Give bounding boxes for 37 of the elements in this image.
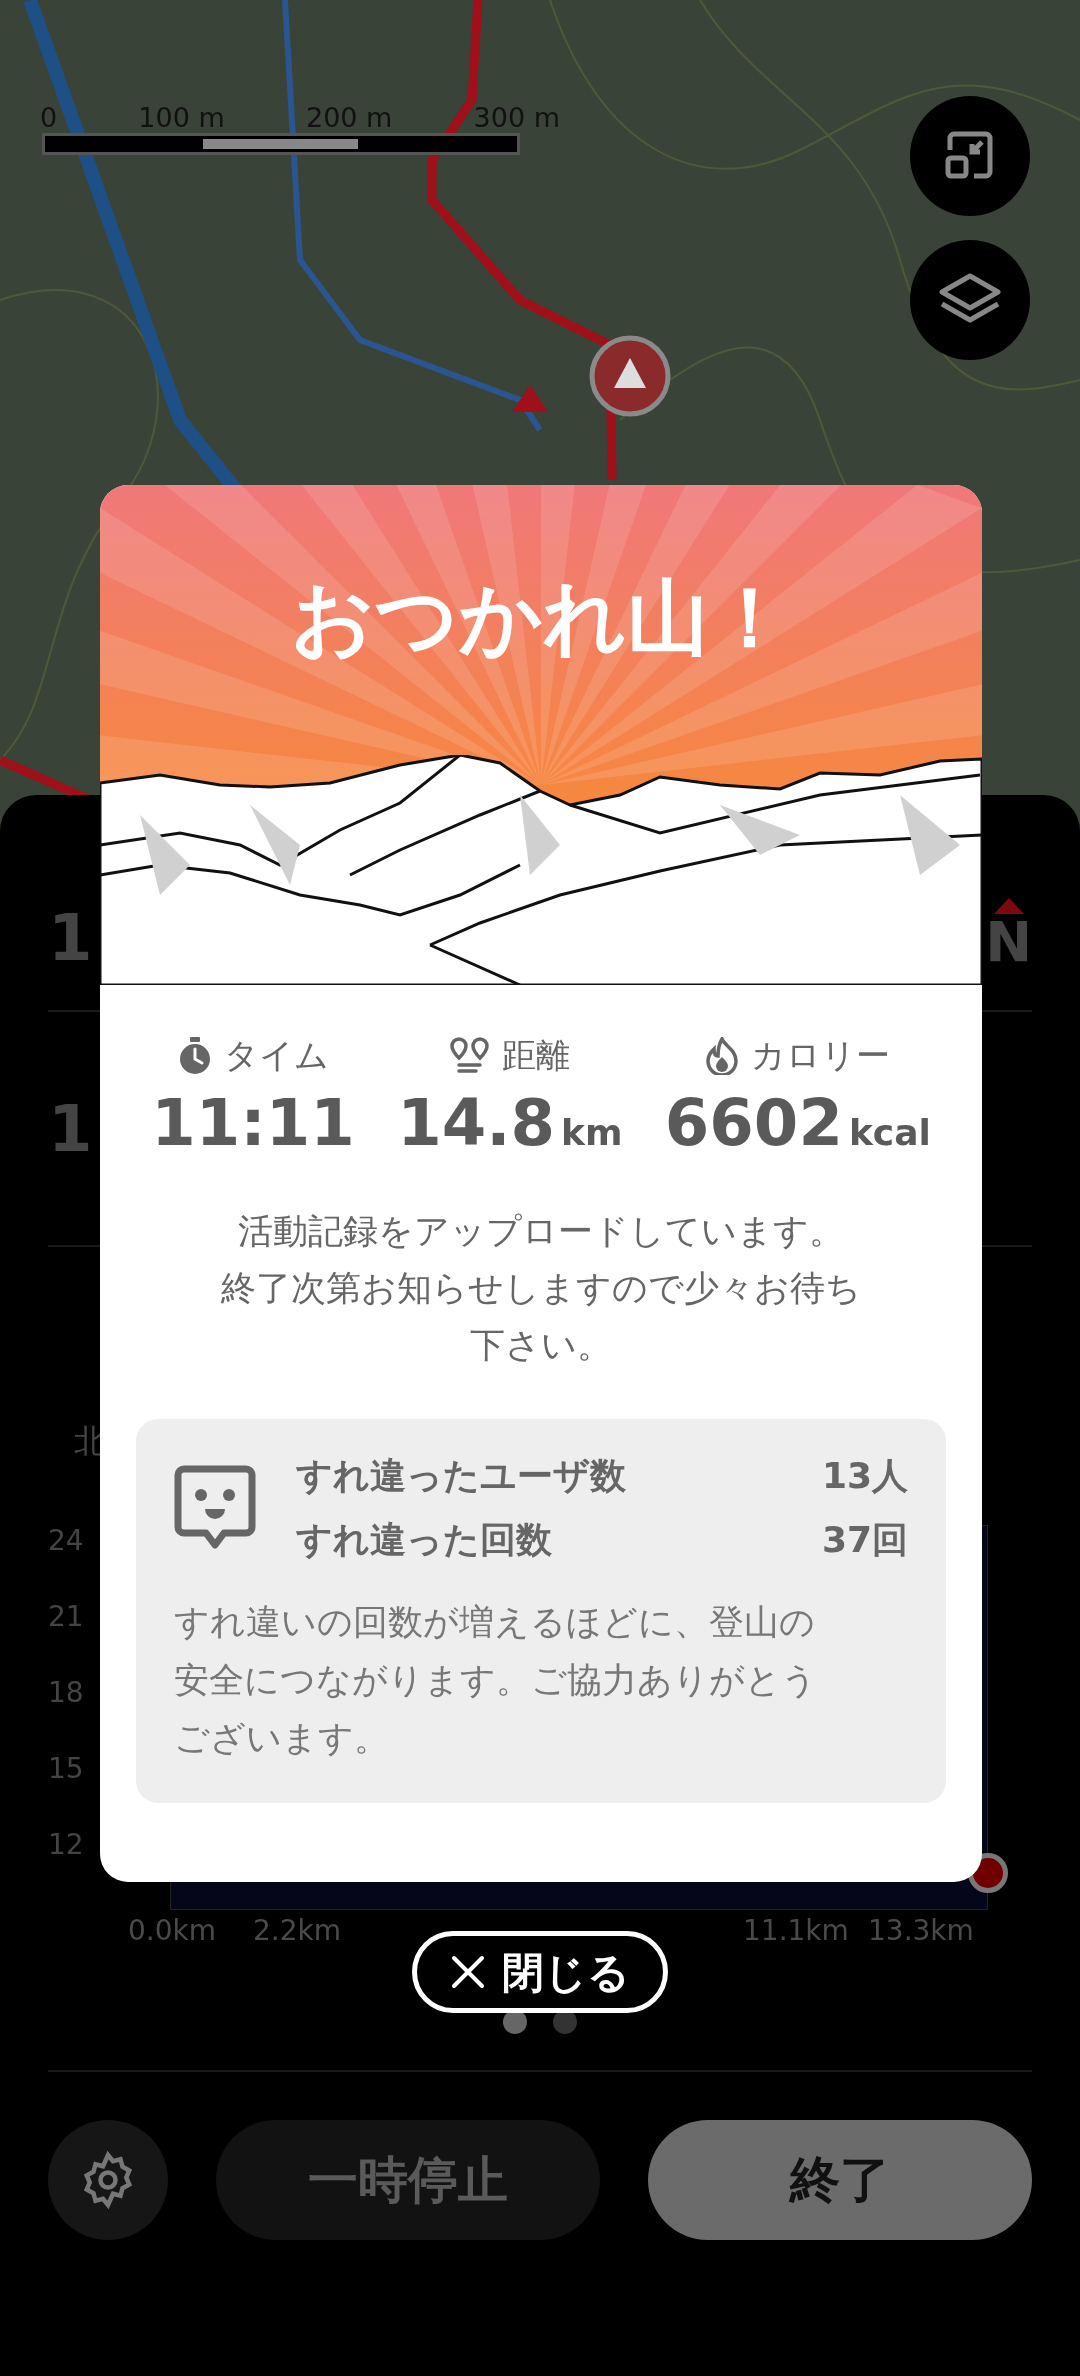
axis-label: 13.3km [868, 1913, 974, 1949]
axis-label: 0.0km [128, 1913, 217, 1949]
stat-label: タイム [223, 1034, 329, 1077]
axis-label: 11.1km [743, 1913, 849, 1949]
stat-unit: kcal [848, 1111, 931, 1155]
stat-value: 14.8 [397, 1085, 556, 1162]
encounter-label: すれ違ったユーザ数 [296, 1454, 626, 1498]
axis-label: 12 [48, 1829, 84, 1861]
close-button[interactable]: 閉じる [412, 1931, 668, 2013]
stopwatch-icon [177, 1036, 212, 1075]
header-value: 1 [48, 906, 93, 970]
axis-label: 24 [48, 1525, 84, 1557]
stat-label: カロリー [751, 1034, 891, 1077]
dialog-title: おつかれ山！ [291, 569, 791, 667]
axis-label: 21 [48, 1601, 84, 1633]
flame-icon [705, 1036, 740, 1075]
upload-message: 活動記録をアップロードしています。 [238, 1210, 844, 1253]
stat-value: 1 [48, 1096, 93, 1161]
encounter-count: 37回 [821, 1518, 908, 1562]
finish-button[interactable]: 終了 [648, 2120, 1032, 2240]
axis-label: 18 [48, 1677, 84, 1709]
encounter-label: すれ違った回数 [296, 1518, 552, 1562]
stat-label: 距離 [501, 1034, 570, 1077]
close-icon [450, 1954, 486, 1990]
encounter-note: すれ違いの回数が増えるほどに、登山の安全につながります。ご協力ありがとうございます。 [174, 1601, 818, 1760]
compass-label: N [985, 914, 1032, 970]
compass-needle-icon [993, 898, 1024, 914]
upload-message: 終了次第お知らせしますので少々お待ち下さい。 [220, 1267, 862, 1367]
stat-value: 6602 [664, 1085, 843, 1162]
stat-unit: km [561, 1111, 623, 1155]
pause-button[interactable]: 一時停止 [216, 2120, 600, 2240]
axis-label: 2.2km [253, 1913, 342, 1949]
stat-value: 11:11 [151, 1085, 355, 1162]
smiling-speech-bubble-icon [174, 1465, 256, 1551]
axis-label: 15 [48, 1753, 84, 1785]
encounter-count: 13人 [821, 1454, 908, 1498]
route-pins-icon [449, 1036, 490, 1075]
